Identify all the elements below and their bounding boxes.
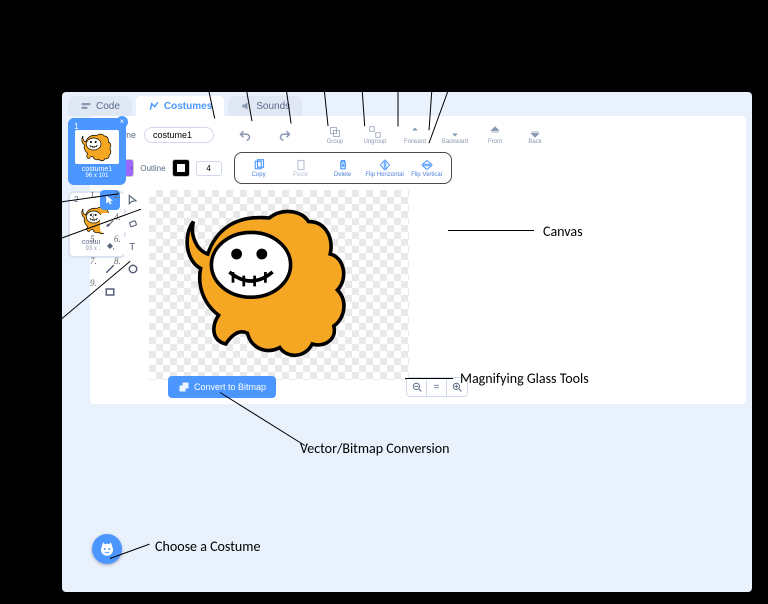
svg-text:T: T [129, 242, 135, 252]
reshape-tool[interactable] [123, 190, 143, 210]
tool-number: 1. [90, 190, 97, 200]
tool-number: 5. [90, 234, 97, 244]
scratch-costume-editor: Code Costumes Sounds 1 × costume1 96 x 1… [62, 92, 752, 592]
work-area: T 1. 2. 3. 4. 5. 6. 7. 8. 9. [100, 190, 736, 398]
cropped-label: ngle [0, 360, 24, 377]
costume-name-input[interactable] [144, 127, 214, 143]
outline-label: Outline [140, 164, 165, 173]
annotation-line [448, 230, 534, 231]
tab-code-label: Code [96, 101, 120, 112]
zoom-out-button[interactable] [407, 378, 427, 396]
flip-horizontal-button[interactable]: Flip Horizontal [365, 155, 405, 181]
ungroup-button[interactable]: Ungroup [356, 122, 394, 148]
drawing-canvas[interactable] [149, 190, 736, 398]
copy-button[interactable]: Copy [239, 155, 279, 181]
convert-label: Convert to Bitmap [194, 382, 266, 392]
delete-button[interactable]: Delete [323, 155, 363, 181]
annotation-canvas: Canvas [543, 223, 583, 240]
tab-code[interactable]: Code [68, 96, 132, 116]
cropped-label: ape [0, 214, 21, 231]
history-ops [226, 122, 304, 148]
costume-name: costume1 [72, 166, 122, 173]
circle-tool[interactable] [123, 259, 143, 279]
front-button[interactable]: Front [476, 122, 514, 148]
tool-number: 8. [114, 256, 121, 266]
tool-number: 6. [114, 234, 121, 244]
editor-tabs: Code Costumes Sounds [62, 92, 752, 116]
costume-thumb [75, 130, 119, 164]
tab-costumes-label: Costumes [164, 101, 212, 112]
cat-face-icon [98, 540, 116, 558]
outline-swatch[interactable] [172, 159, 190, 177]
annotation-line [398, 31, 399, 127]
fill-outline-row: Fill Outline Copy Paste Delete Flip Hori… [100, 152, 736, 184]
text-tool[interactable]: T [123, 236, 143, 256]
costume-item-1[interactable]: 1 × costume1 96 x 101 [68, 118, 126, 185]
backward-button[interactable]: Backward [436, 122, 474, 148]
redo-button[interactable] [266, 122, 304, 148]
group-button[interactable]: Group [316, 122, 354, 148]
flip-vertical-button[interactable]: Flip Vertical [407, 155, 447, 181]
annotation-line [405, 378, 453, 379]
paste-button[interactable]: Paste [281, 155, 321, 181]
back-button[interactable]: Back [516, 122, 554, 148]
undo-button[interactable] [226, 122, 264, 148]
choose-costume-button[interactable] [92, 534, 122, 564]
annotation-magnify: Magnifying Glass Tools [460, 370, 589, 387]
bottom-bar: Convert to Bitmap = [168, 376, 468, 398]
tab-sounds[interactable]: Sounds [228, 96, 302, 116]
annotation-choose: Choose a Costume [155, 538, 260, 555]
costume-dim: 96 x 101 [72, 173, 122, 179]
stroke-width-input[interactable] [196, 161, 222, 176]
sprite-artwork[interactable] [179, 200, 359, 362]
tool-palette: T [100, 190, 143, 302]
close-icon[interactable]: × [116, 116, 128, 128]
zoom-reset-button[interactable]: = [427, 378, 447, 396]
tool-number: 3. [90, 212, 97, 222]
eraser-tool[interactable] [123, 213, 143, 233]
editor-panel: Costume Group Ungroup Forward Backward F… [90, 116, 746, 404]
tab-sounds-label: Sounds [256, 101, 290, 112]
costume-index: 1 [74, 122, 78, 131]
clipboard-actions: Copy Paste Delete Flip Horizontal Flip V… [234, 152, 452, 184]
tool-number: 2. [114, 190, 121, 200]
annotation-convert: Vector/Bitmap Conversion [300, 440, 449, 457]
rectangle-tool[interactable] [100, 282, 120, 302]
costume-name-row: Costume Group Ungroup Forward Backward F… [100, 122, 736, 148]
tool-number: 9. [90, 278, 97, 288]
zoom-controls: = [406, 377, 468, 397]
tool-number: 7. [90, 256, 97, 266]
